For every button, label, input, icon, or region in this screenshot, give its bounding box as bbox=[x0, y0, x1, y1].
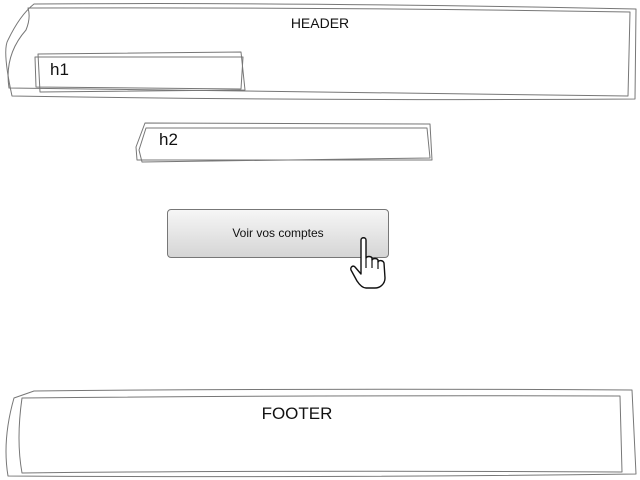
footer-title: FOOTER bbox=[261, 404, 333, 423]
h2-border bbox=[135, 122, 433, 161]
hand-pointer-icon bbox=[350, 237, 386, 289]
heading-h2: h2 bbox=[159, 130, 178, 149]
footer-border bbox=[5, 388, 637, 478]
h1-border bbox=[37, 51, 246, 93]
header-title: HEADER bbox=[290, 15, 350, 31]
h2-border-inner bbox=[138, 127, 431, 163]
heading-h1: h1 bbox=[50, 60, 69, 79]
